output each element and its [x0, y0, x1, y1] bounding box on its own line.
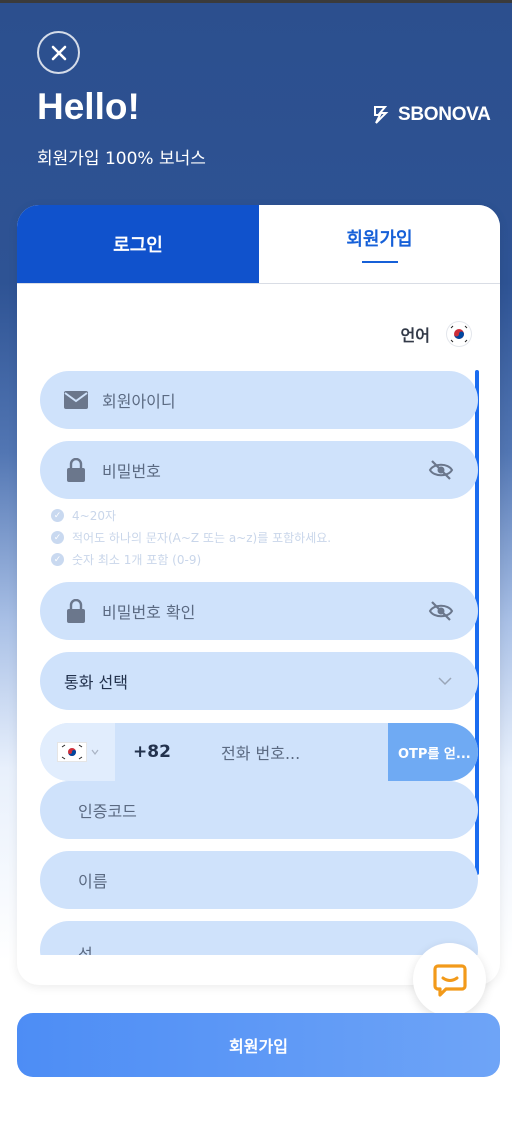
- kr-flag-icon: [56, 742, 87, 762]
- auth-code-placeholder: 인증코드: [78, 802, 137, 821]
- auth-code-field[interactable]: 인증코드: [40, 781, 478, 839]
- page-title: Hello!: [37, 86, 140, 127]
- password-field[interactable]: 비밀번호: [40, 441, 478, 499]
- first-name-field[interactable]: 이름: [40, 851, 478, 909]
- eye-off-icon[interactable]: [428, 599, 454, 623]
- language-label: 언어: [400, 326, 430, 345]
- password-hint-number: ✓ 숫자 최소 1개 포함 (0-9): [51, 551, 201, 568]
- signup-submit-button[interactable]: 회원가입: [17, 1013, 500, 1077]
- phone-country-code: +82: [133, 742, 171, 762]
- live-chat-button[interactable]: [413, 943, 486, 1016]
- page-subtitle: 회원가입 100% 보너스: [37, 149, 206, 169]
- auth-card: 로그인 회원가입 언어 회원아이디 비밀번호 ✓ 4~20자 ✓ 적어도 하나의…: [17, 205, 500, 985]
- phone-field[interactable]: +82 전화 번호... OTP를 얻...: [40, 723, 478, 781]
- language-selector[interactable]: 언어: [401, 321, 472, 347]
- close-icon: [51, 45, 66, 60]
- get-otp-button[interactable]: OTP를 얻...: [388, 723, 478, 781]
- envelope-icon: [64, 388, 88, 412]
- password-placeholder: 비밀번호: [102, 462, 161, 481]
- tab-signup[interactable]: 회원가입: [259, 205, 500, 283]
- country-code-select[interactable]: [40, 723, 115, 781]
- lock-icon: [64, 458, 88, 482]
- currency-select[interactable]: 통화 선택: [40, 652, 478, 710]
- kr-flag-icon: [446, 321, 472, 347]
- currency-placeholder: 통화 선택: [64, 673, 128, 692]
- last-name-placeholder: 성: [78, 945, 93, 955]
- brand-name: SBONOVA: [398, 104, 491, 125]
- password-confirm-placeholder: 비밀번호 확인: [102, 603, 196, 622]
- tab-divider: [17, 283, 500, 284]
- brand-logo: SBONOVA: [372, 104, 491, 126]
- brand-mark-icon: [374, 106, 389, 124]
- last-name-field[interactable]: 성: [40, 921, 478, 955]
- username-field[interactable]: 회원아이디: [40, 371, 478, 429]
- check-icon: ✓: [51, 509, 64, 522]
- tab-active-indicator: [361, 261, 398, 263]
- check-icon: ✓: [51, 553, 64, 566]
- password-hint-letter: ✓ 적어도 하나의 문자(A~Z 또는 a~z)를 포함하세요.: [51, 529, 331, 546]
- eye-off-icon[interactable]: [428, 458, 454, 482]
- top-strip: [0, 0, 512, 3]
- lock-icon: [64, 599, 88, 623]
- chat-bubble-icon: [432, 963, 467, 997]
- tab-login[interactable]: 로그인: [17, 205, 259, 283]
- first-name-placeholder: 이름: [78, 872, 108, 891]
- tab-signup-label: 회원가입: [346, 229, 413, 250]
- username-placeholder: 회원아이디: [102, 392, 176, 411]
- phone-placeholder: 전화 번호...: [221, 744, 301, 763]
- close-button[interactable]: [37, 31, 80, 74]
- password-hint-length: ✓ 4~20자: [51, 507, 116, 524]
- chevron-down-icon: [438, 677, 452, 686]
- check-icon: ✓: [51, 531, 64, 544]
- password-confirm-field[interactable]: 비밀번호 확인: [40, 582, 478, 640]
- chevron-down-icon: [91, 749, 98, 755]
